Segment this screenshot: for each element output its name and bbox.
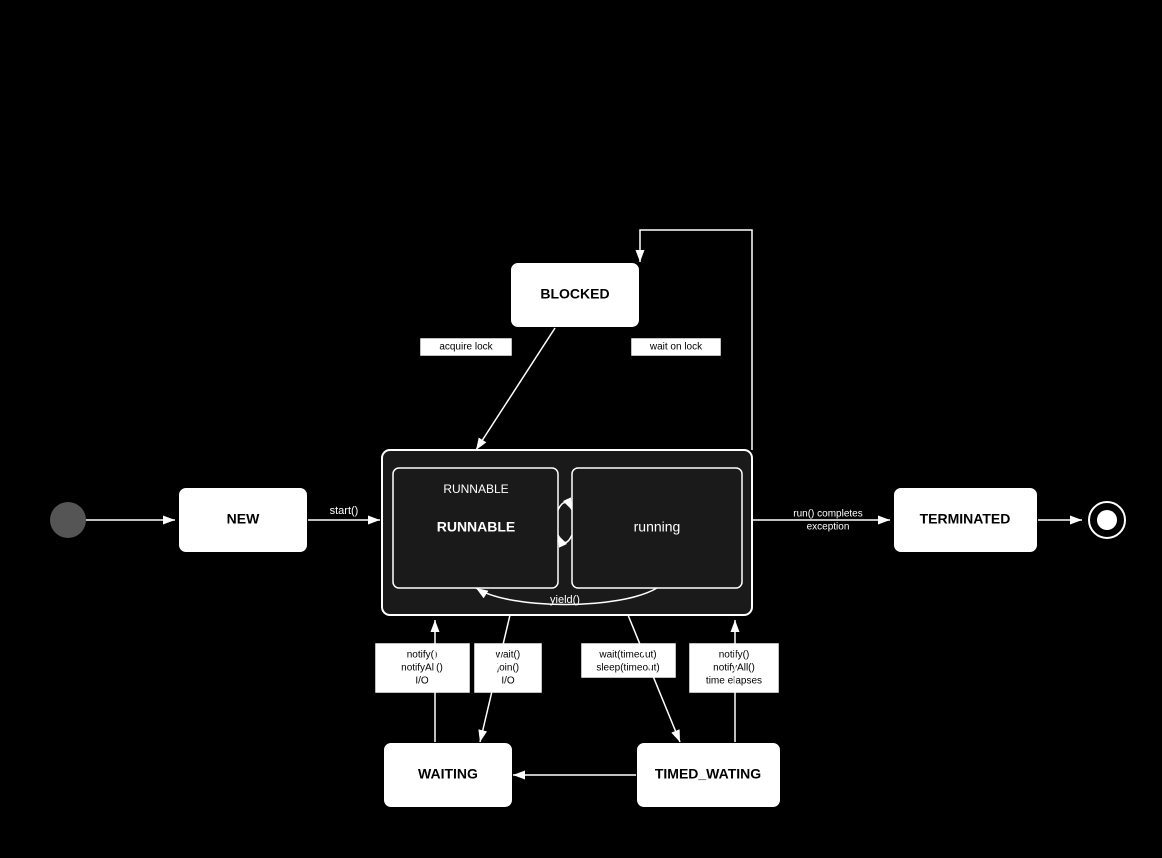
run-completes-label: run() completes bbox=[793, 509, 862, 520]
initial-state bbox=[50, 502, 86, 538]
acquire-lock-label: acquire lock bbox=[439, 342, 493, 353]
io-label-2: I/O bbox=[501, 676, 515, 687]
wait-timeout-label: wait(timeout) bbox=[598, 650, 656, 661]
join-label: join() bbox=[496, 663, 519, 674]
terminated-state-label: TERMINATED bbox=[920, 511, 1011, 527]
waiting-state-label: WAITING bbox=[418, 766, 478, 782]
runnable-inner-label: RUNNABLE bbox=[443, 482, 508, 496]
exception-label: exception bbox=[807, 522, 850, 533]
notify-label-1: notify() bbox=[407, 650, 438, 661]
notify-all-label-2: notifyAll() bbox=[713, 663, 755, 674]
timed-waiting-state-label: TIMED_WATING bbox=[655, 766, 761, 782]
blocked-state-label: BLOCKED bbox=[540, 286, 609, 302]
time-elapses-label: time elapses bbox=[706, 676, 762, 687]
wait-label: wait() bbox=[495, 650, 520, 661]
start-label: start() bbox=[330, 505, 359, 517]
diagram-container: NEW start() RUNNABLE RUNNABLE running yi… bbox=[0, 0, 1162, 853]
new-state-label: NEW bbox=[227, 511, 260, 527]
notify-all-label-1: notifyAll() bbox=[401, 663, 443, 674]
wait-on-lock-label: wait on lock bbox=[649, 342, 703, 353]
running-label: running bbox=[634, 519, 681, 535]
notify-label-2: notify() bbox=[719, 650, 750, 661]
io-label-1: I/O bbox=[415, 676, 429, 687]
arrow-runnable-timed-waiting bbox=[628, 615, 680, 742]
final-state-inner bbox=[1097, 510, 1117, 530]
runnable-state-label: RUNNABLE bbox=[437, 519, 516, 535]
